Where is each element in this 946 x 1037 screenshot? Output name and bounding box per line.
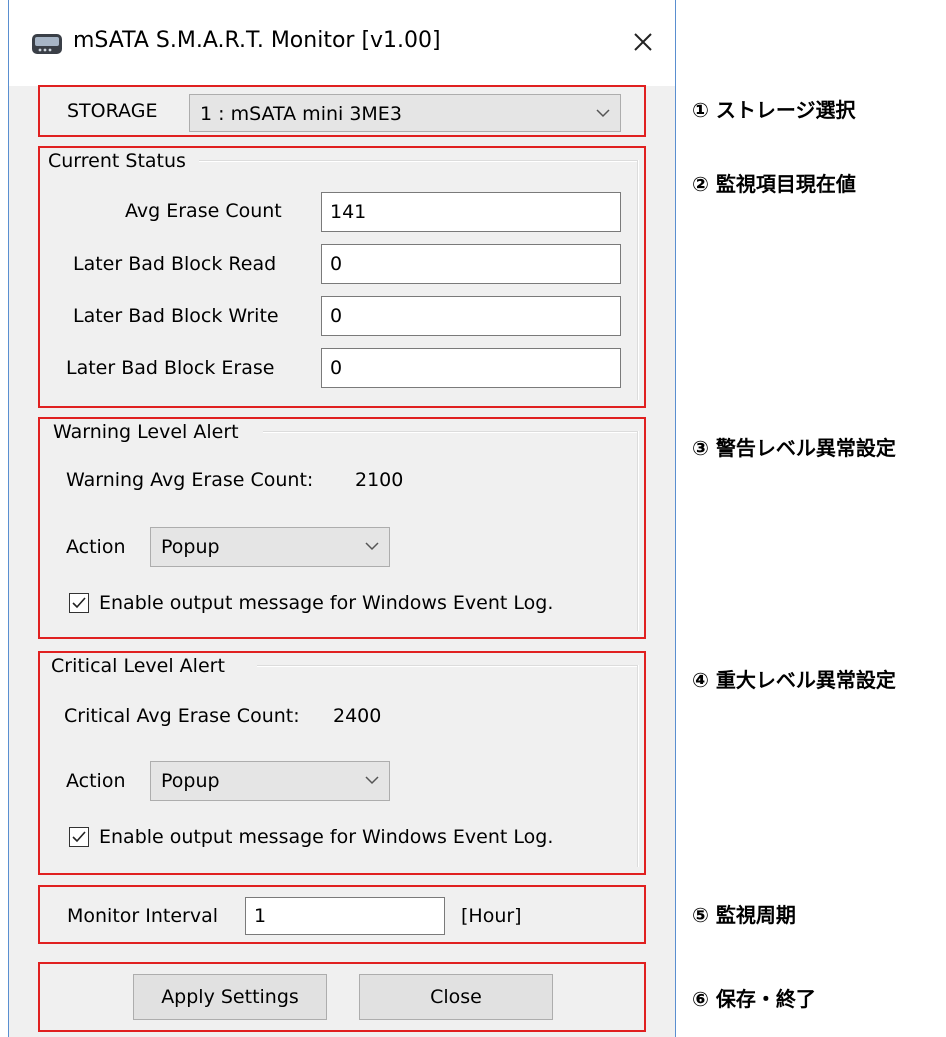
apply-settings-button[interactable]: Apply Settings bbox=[133, 974, 327, 1020]
drive-icon bbox=[32, 34, 62, 54]
checkmark-icon bbox=[72, 597, 86, 609]
monitor-interval-field[interactable]: 1 bbox=[245, 897, 445, 935]
annotation-current-status: ② 監視項目現在値 bbox=[692, 172, 856, 196]
annotation-storage: ① ストレージ選択 bbox=[692, 98, 856, 122]
warning-eventlog-label: Enable output message for Windows Event … bbox=[99, 592, 554, 614]
chevron-down-icon bbox=[596, 109, 610, 118]
annotation-warning: ③ 警告レベル異常設定 bbox=[692, 436, 896, 460]
window-title: mSATA S.M.A.R.T. Monitor [v1.00] bbox=[73, 28, 441, 53]
avg-erase-count-label: Avg Erase Count bbox=[125, 200, 282, 222]
monitor-interval-label: Monitor Interval bbox=[67, 905, 219, 927]
title-bar: mSATA S.M.A.R.T. Monitor [v1.00] bbox=[9, 0, 675, 86]
critical-action-select[interactable]: Popup bbox=[150, 761, 390, 801]
bad-block-erase-field[interactable]: 0 bbox=[321, 348, 621, 388]
current-status-legend: Current Status bbox=[48, 150, 186, 172]
warning-action-label: Action bbox=[66, 536, 126, 558]
annotation-save-exit: ⑥ 保存・終了 bbox=[692, 987, 816, 1011]
warning-action-value: Popup bbox=[161, 536, 220, 558]
warning-action-select[interactable]: Popup bbox=[150, 527, 390, 567]
warning-legend: Warning Level Alert bbox=[53, 421, 239, 443]
bad-block-write-field[interactable]: 0 bbox=[321, 296, 621, 336]
storage-select[interactable]: 1 : mSATA mini 3ME3 bbox=[189, 94, 621, 132]
critical-eventlog-checkbox[interactable] bbox=[69, 827, 89, 847]
bad-block-erase-label: Later Bad Block Erase bbox=[66, 357, 275, 379]
avg-erase-count-field[interactable]: 141 bbox=[321, 192, 621, 232]
critical-action-value: Popup bbox=[161, 770, 220, 792]
critical-action-label: Action bbox=[66, 770, 126, 792]
checkmark-icon bbox=[72, 831, 86, 843]
bad-block-write-label: Later Bad Block Write bbox=[73, 305, 279, 327]
close-window-button[interactable] bbox=[621, 20, 665, 64]
bad-block-read-label: Later Bad Block Read bbox=[73, 253, 277, 275]
close-icon bbox=[634, 33, 652, 51]
annotation-monitor-interval: ⑤ 監視周期 bbox=[692, 903, 796, 927]
storage-selected-value: 1 : mSATA mini 3ME3 bbox=[200, 103, 402, 125]
chevron-down-icon bbox=[365, 776, 379, 785]
warning-eventlog-checkbox[interactable] bbox=[69, 593, 89, 613]
bad-block-read-field[interactable]: 0 bbox=[321, 244, 621, 284]
monitor-interval-unit: [Hour] bbox=[461, 905, 522, 927]
critical-count-value: 2400 bbox=[333, 705, 382, 727]
critical-legend: Critical Level Alert bbox=[51, 655, 225, 677]
annotation-critical: ④ 重大レベル異常設定 bbox=[692, 668, 896, 692]
close-button[interactable]: Close bbox=[359, 974, 553, 1020]
app-window: mSATA S.M.A.R.T. Monitor [v1.00] STORAGE… bbox=[8, 0, 676, 1037]
critical-eventlog-label: Enable output message for Windows Event … bbox=[99, 826, 554, 848]
chevron-down-icon bbox=[365, 542, 379, 551]
storage-label: STORAGE bbox=[67, 100, 158, 122]
actions-section bbox=[38, 962, 646, 1032]
warning-count-value: 2100 bbox=[355, 469, 404, 491]
critical-count-label: Critical Avg Erase Count: bbox=[64, 705, 300, 727]
warning-count-label: Warning Avg Erase Count: bbox=[66, 469, 314, 491]
